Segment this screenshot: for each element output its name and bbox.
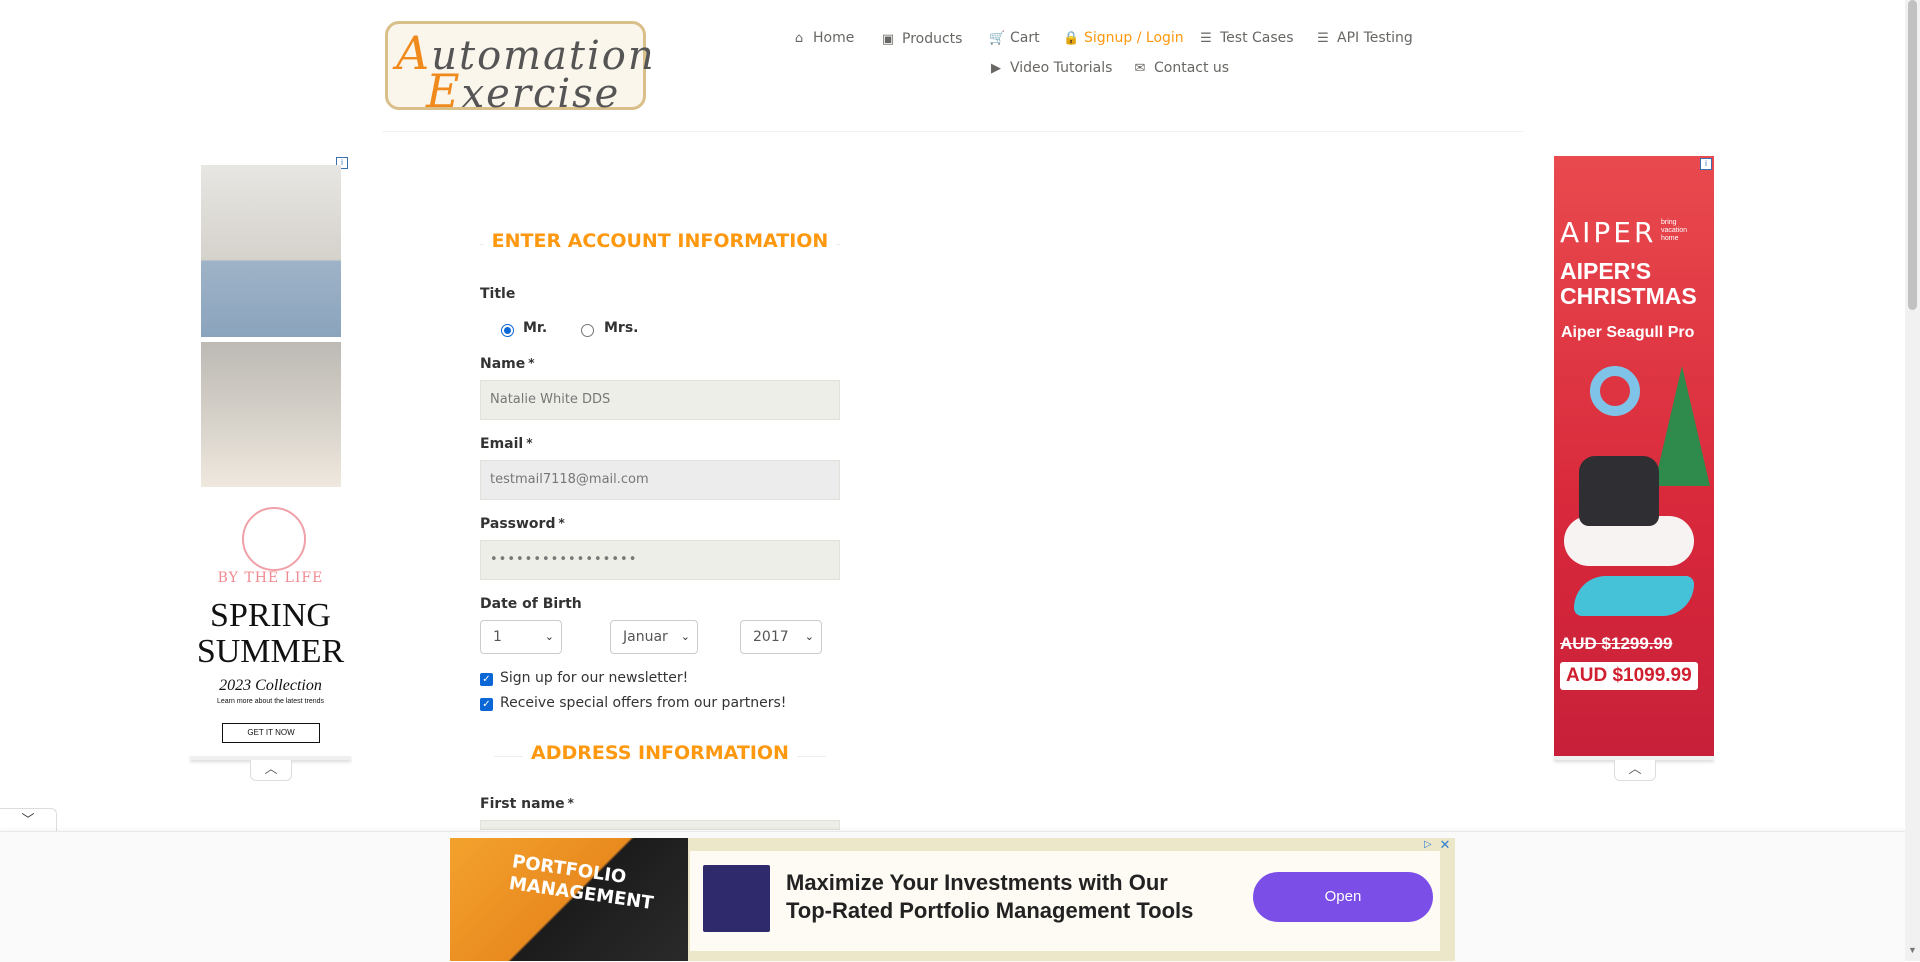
envelope-icon: ✉	[1134, 60, 1146, 76]
left-side-ad[interactable]: i BY THE LIFE SPRING SUMMER 2023 Collect…	[190, 155, 351, 760]
dob-label: Date of Birth	[480, 596, 582, 612]
page-scrollbar[interactable]: ▼	[1905, 0, 1920, 961]
aiper-tagline: bring vacation home	[1661, 219, 1688, 242]
nav-signup-login-label: Signup / Login	[1084, 30, 1184, 46]
ad-panel: Maximize Your Investments with Our Top-R…	[690, 851, 1440, 951]
ad-headline: Maximize Your Investments with Our Top-R…	[786, 870, 1194, 923]
nav-video-tutorials-label: Video Tutorials	[1010, 60, 1113, 76]
nav-test-cases[interactable]: ☰ Test Cases	[1199, 30, 1294, 46]
nav-api-testing-label: API Testing	[1337, 30, 1413, 46]
section-title-account: ENTER ACCOUNT INFORMATION	[480, 230, 840, 252]
collapse-ad-button[interactable]: ︿	[250, 760, 292, 781]
product-icon: ▣	[881, 31, 895, 47]
logo-line-2: Exercise	[426, 64, 621, 118]
chevron-down-icon: ⌄	[804, 630, 814, 643]
title-mrs-radio[interactable]	[581, 324, 594, 337]
name-label: Name *	[480, 356, 535, 372]
aiper-new-price: AUD $1099.99	[1560, 662, 1698, 690]
title-mr-radio[interactable]	[501, 324, 514, 337]
lock-icon: 🔒	[1063, 30, 1080, 46]
aiper-old-price: AUD $1299.99	[1560, 634, 1673, 653]
wave-shape	[1574, 576, 1694, 616]
aiper-headline: AIPER'S CHRISTMAS	[1560, 258, 1697, 309]
email-input[interactable]: testmail7118@mail.com	[480, 460, 840, 500]
name-input[interactable]: Natalie White DDS	[480, 380, 840, 420]
password-input[interactable]: •••••••••••••••••	[480, 540, 840, 580]
header-divider	[382, 131, 1524, 132]
newsletter-checkbox[interactable]: ✓	[480, 673, 493, 686]
portfolio-image: PORTFOLIO MANAGEMENT	[450, 838, 688, 961]
chevron-down-icon: ⌄	[544, 630, 554, 643]
nav-cart-label: Cart	[1010, 30, 1040, 46]
chevron-up-icon: ︿	[1628, 761, 1642, 776]
christmas-tree-icon	[1654, 366, 1710, 486]
offers-checkbox[interactable]: ✓	[480, 698, 493, 711]
title-label: Title	[480, 286, 516, 302]
adchoices-icon[interactable]: ▷	[1424, 838, 1436, 852]
chevron-down-icon: ﹀	[21, 812, 35, 827]
ad-tagline: Learn more about the latest trends	[216, 698, 324, 705]
close-icon[interactable]: ✕	[1438, 838, 1452, 852]
aiper-product: Aiper Seagull Pro	[1561, 324, 1695, 341]
float-ring-icon	[1590, 366, 1640, 416]
ad-cta-button[interactable]: GET IT NOW	[222, 723, 320, 743]
aiper-logo: AIPER	[1560, 216, 1657, 249]
nav-video-tutorials[interactable]: ▶ Video Tutorials	[989, 60, 1112, 76]
first-name-label: First name *	[480, 796, 574, 812]
youtube-icon: ▶	[991, 60, 1001, 76]
email-label: Email *	[480, 436, 533, 452]
password-label: Password *	[480, 516, 565, 532]
dob-year-select[interactable]: 2017 ⌄	[740, 620, 822, 654]
cart-icon: 🛒	[989, 30, 1006, 46]
bottom-banner-ad[interactable]: PORTFOLIO MANAGEMENT Maximize Your Inves…	[450, 838, 1455, 961]
site-logo[interactable]: Automation Exercise	[385, 21, 654, 118]
robot-icon	[1579, 456, 1659, 526]
chevron-up-icon: ︿	[264, 761, 278, 776]
nav-contact-us[interactable]: ✉ Contact us	[1133, 60, 1230, 76]
nav-test-cases-label: Test Cases	[1220, 30, 1294, 46]
title-mr-label: Mr.	[523, 320, 548, 336]
dob-day-select[interactable]: 1 ⌄	[480, 620, 562, 654]
chevron-down-icon: ⌄	[680, 630, 690, 643]
ad-photo-model-2	[201, 342, 341, 487]
dob-month-select[interactable]: Januar ⌄	[610, 620, 698, 654]
offers-label: Receive special offers from our partners…	[500, 695, 787, 711]
open-button[interactable]: Open	[1253, 872, 1433, 922]
scroll-down-icon[interactable]: ▼	[1908, 945, 1917, 955]
nav-signup-login[interactable]: 🔒 Signup / Login	[1063, 30, 1184, 46]
ad-headline: SPRING SUMMER	[196, 597, 345, 670]
home-icon: ⌂	[794, 30, 804, 46]
list-icon: ☰	[1317, 30, 1329, 46]
nav-products-label: Products	[902, 31, 963, 47]
ad-photo-model-1	[201, 165, 341, 337]
nav-home-label: Home	[813, 30, 855, 46]
portfolio-image-text: PORTFOLIO MANAGEMENT	[507, 851, 655, 914]
title-mrs-label: Mrs.	[604, 320, 639, 336]
nav-api-testing[interactable]: ☰ API Testing	[1316, 30, 1413, 46]
advertiser-logo-icon	[703, 865, 770, 932]
ad-collection: 2023 Collection	[219, 677, 322, 694]
section-title-address: ADDRESS INFORMATION	[480, 742, 840, 764]
brand-logo-icon	[242, 507, 306, 571]
list-icon: ☰	[1200, 30, 1212, 46]
nav-home[interactable]: ⌂ Home	[792, 30, 854, 46]
collapse-bottom-ad-button[interactable]: ﹀	[0, 808, 57, 832]
nav-cart[interactable]: 🛒 Cart	[989, 30, 1040, 46]
nav-contact-us-label: Contact us	[1154, 60, 1230, 76]
ad-info-icon[interactable]: i	[1700, 158, 1712, 170]
ad-brand: BY THE LIFE	[217, 570, 324, 586]
right-side-ad[interactable]: i AIPER bring vacation home AIPER'S CHRI…	[1554, 156, 1714, 756]
newsletter-label: Sign up for our newsletter!	[500, 670, 689, 686]
first-name-input[interactable]	[480, 820, 840, 830]
scrollbar-thumb[interactable]	[1908, 0, 1917, 310]
nav-products[interactable]: ▣ Products	[881, 31, 963, 47]
collapse-ad-button[interactable]: ︿	[1614, 760, 1656, 781]
